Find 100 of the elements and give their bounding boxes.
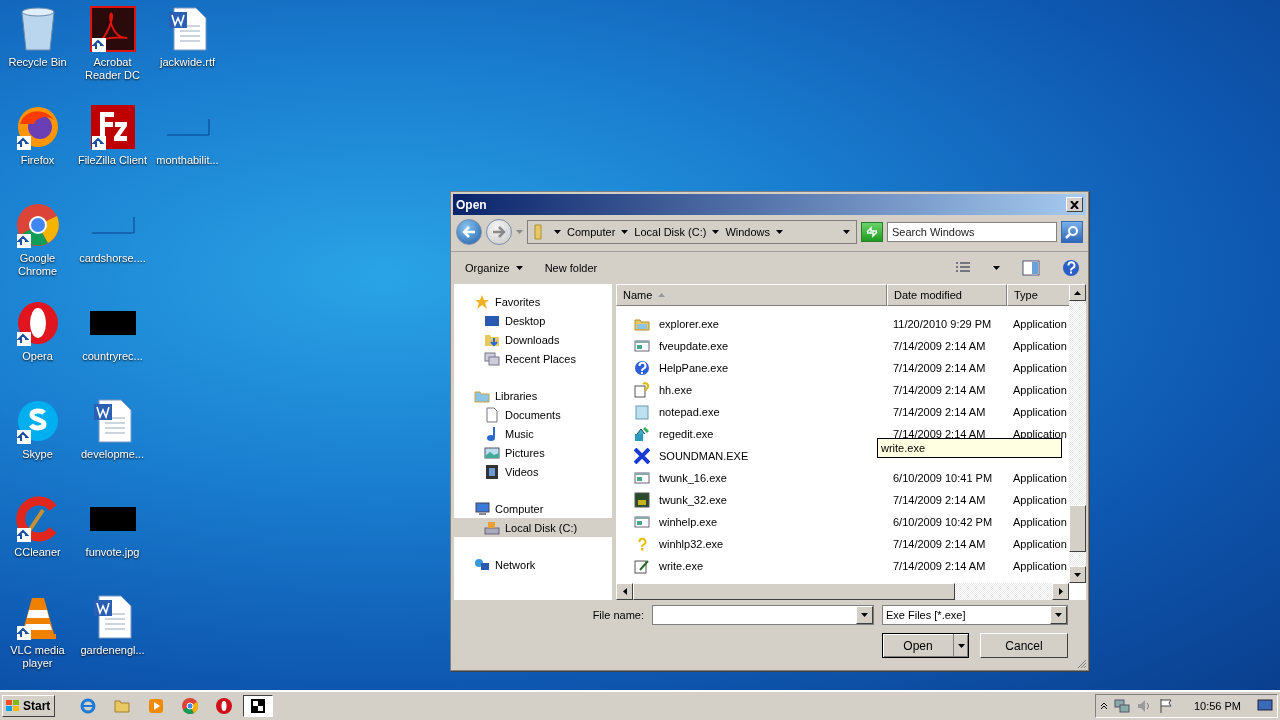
down-arrow-icon [1074,572,1081,577]
nav-item[interactable]: Favorites [454,292,612,311]
nav-item[interactable]: Libraries [454,386,612,405]
scroll-thumb[interactable] [633,583,955,600]
desktop-icon-label[interactable]: monthabilit... [150,154,225,167]
desktop-icon-label[interactable]: FileZilla Client [75,154,150,167]
nav-item[interactable]: Desktop [454,311,612,330]
close-button[interactable] [1066,197,1083,212]
file-type-dropdown[interactable]: Exe Files [*.exe] [882,605,1068,625]
breadcrumb[interactable]: Windows [725,226,771,238]
desktop-icon-label[interactable]: countryrec... [75,350,150,363]
chevron-up-icon[interactable] [1099,702,1108,710]
file-name[interactable]: HelpPane.exe [653,362,729,374]
nav-item[interactable]: Computer [454,499,612,518]
nav-item[interactable]: Local Disk (C:) [454,518,612,537]
caret-icon [554,230,561,234]
search-field[interactable]: Search Windows [887,222,1057,242]
desktop-icon-label[interactable]: developme... [75,448,150,461]
file-name[interactable]: hh.exe [653,384,693,396]
taskbar-app[interactable] [243,695,274,717]
nav-item[interactable]: Pictures [454,443,612,462]
column-header[interactable]: Name [616,284,887,306]
date-cell-text: 11/20/2010 9:29 PM [892,318,993,330]
close-icon [1070,200,1079,209]
desktop-icon-label[interactable]: cardshorse.... [75,252,150,265]
caret-icon [621,230,629,234]
file-icon [634,338,650,354]
help-icon[interactable] [1062,259,1080,277]
nav-item-icon [484,463,500,480]
back-button[interactable] [456,219,482,245]
file-name[interactable]: explorer.exe [653,318,719,330]
breadcrumb[interactable]: Computer [567,226,616,238]
nav-item-icon [474,500,490,517]
scroll-thumb[interactable] [1069,505,1086,552]
column-header[interactable]: Date modified [887,284,1007,306]
date-cell-text: 7/14/2009 2:14 AM [892,428,987,440]
desktop-icon-label[interactable]: Skype [0,448,75,461]
flag-icon[interactable] [1157,698,1174,714]
date-cell-text: 7/14/2009 2:14 AM [892,560,987,572]
file-name[interactable]: winhlp32.exe [653,538,724,550]
file-name[interactable]: twunk_16.exe [653,472,727,484]
desktop-icon-label[interactable]: Firefox [0,154,75,167]
desktop-icon-label[interactable]: jackwide.rtf [150,56,225,69]
file-name[interactable]: notepad.exe [653,406,720,418]
vertical-scrollbar[interactable] [1069,284,1086,583]
cancel-button[interactable]: Cancel [980,633,1068,658]
nav-item[interactable]: Music [454,424,612,443]
desktop-icon[interactable] [87,4,138,54]
file-name[interactable]: twunk_32.exe [653,494,727,506]
file-name[interactable]: SOUNDMAN.EXE [653,450,749,462]
windows-logo-icon [5,699,21,713]
organize-menu[interactable]: Organize [465,260,523,276]
preview-pane-icon[interactable] [1022,260,1040,276]
new-folder-button[interactable]: New folder [544,260,598,276]
file-icon [634,404,650,420]
horizontal-scrollbar[interactable] [616,583,1069,600]
app-icon [249,697,268,715]
scroll-right-button[interactable] [1052,583,1069,600]
app-icon [147,697,166,715]
date-cell-text: 6/10/2009 10:42 PM [892,516,994,528]
refresh-icon [865,226,879,238]
desktop-icon-label[interactable]: CCleaner [0,546,75,559]
file-name[interactable]: winhelp.exe [653,516,718,528]
open-button[interactable]: Open [882,633,969,658]
scroll-down-button[interactable] [1069,566,1086,583]
nav-item-icon [484,350,500,367]
column-header[interactable]: Type [1007,284,1069,306]
search-button[interactable] [1061,221,1083,243]
desktop-icon-label[interactable]: Acrobat Reader DC [75,56,150,82]
resize-grip-icon[interactable] [1077,659,1087,669]
show-desktop-icon[interactable] [1257,699,1273,713]
type-cell-text: Application [1012,384,1068,396]
file-name[interactable]: fveupdate.exe [653,340,729,352]
nav-item[interactable]: Downloads [454,330,612,349]
desktop-icon-label[interactable]: Google Chrome [0,252,75,278]
desktop-icon-label[interactable]: Recycle Bin [0,56,75,69]
nav-item-icon [484,519,500,536]
desktop-icon-label[interactable]: VLC media player [0,644,75,670]
refresh-button[interactable] [861,222,883,242]
forward-button[interactable] [486,219,512,245]
file-name[interactable]: write.exe [653,560,704,572]
file-name-field[interactable] [652,605,874,625]
start-button[interactable]: Start [2,695,56,717]
scroll-left-button[interactable] [616,583,633,600]
desktop-icon-label[interactable]: funvote.jpg [75,546,150,559]
nav-item[interactable]: Recent Places [454,349,612,368]
desktop-icon-label[interactable]: gardenengl... [75,644,150,657]
address-bar[interactable]: Computer Local Disk (C:) Windows [527,220,857,244]
nav-item[interactable]: Documents [454,405,612,424]
clock[interactable]: 10:56 PM [1179,700,1251,712]
file-name[interactable]: regedit.exe [653,428,714,440]
scroll-up-button[interactable] [1069,284,1086,301]
view-list-icon[interactable] [955,261,971,275]
nav-item[interactable]: Videos [454,462,612,481]
network-icon[interactable] [1113,698,1130,714]
nav-item[interactable]: Network [454,555,612,574]
breadcrumb[interactable]: Local Disk (C:) [634,226,707,238]
type-cell-text: Application [1012,560,1068,572]
desktop-icon-label[interactable]: Opera [0,350,75,363]
date-cell-text: 7/14/2009 2:14 AM [892,340,987,352]
